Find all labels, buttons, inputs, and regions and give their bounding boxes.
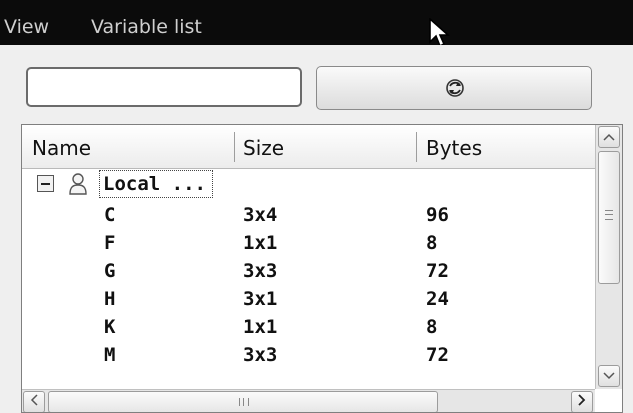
cell-size: 3x4 — [243, 204, 278, 226]
cell-size: 3x3 — [243, 344, 278, 366]
scroll-left-button[interactable] — [23, 391, 45, 412]
horizontal-scroll-thumb[interactable] — [48, 391, 438, 412]
cell-name: C — [104, 204, 116, 226]
table-row[interactable]: H 3x1 24 — [22, 286, 595, 314]
vertical-scrollbar[interactable] — [595, 125, 622, 389]
refresh-icon — [446, 79, 464, 97]
mouse-cursor-icon — [429, 18, 450, 48]
vertical-scroll-thumb[interactable] — [598, 151, 620, 284]
collapse-icon[interactable] — [37, 175, 54, 192]
menu-variable-list[interactable]: Variable list — [91, 16, 202, 38]
cell-size: 3x3 — [243, 260, 278, 282]
chevron-down-icon — [603, 372, 615, 380]
table-row[interactable]: M 3x3 72 — [22, 342, 595, 370]
menu-view[interactable]: View — [4, 16, 49, 38]
cell-bytes: 8 — [426, 316, 438, 338]
column-header-size[interactable]: Size — [243, 136, 284, 160]
cell-name: K — [104, 316, 116, 338]
table-header: Name Size Bytes — [22, 125, 595, 169]
cell-size: 3x1 — [243, 288, 278, 310]
table-row[interactable]: G 3x3 72 — [22, 258, 595, 286]
table-row[interactable]: F 1x1 8 — [22, 230, 595, 258]
refresh-button[interactable] — [316, 66, 592, 110]
cell-bytes: 72 — [426, 260, 449, 282]
cell-size: 1x1 — [243, 232, 278, 254]
search-input[interactable] — [26, 67, 302, 107]
scroll-up-button[interactable] — [598, 126, 620, 148]
menubar: View Variable list — [0, 0, 633, 48]
chevron-left-icon — [30, 394, 38, 406]
horizontal-scrollbar[interactable] — [22, 389, 595, 412]
cell-name: F — [104, 232, 116, 254]
table-row[interactable]: C 3x4 96 — [22, 202, 595, 230]
group-row-local[interactable]: Local ... — [22, 170, 595, 200]
group-label[interactable]: Local ... — [99, 170, 213, 198]
cell-name: G — [104, 260, 116, 282]
cell-name: M — [104, 344, 116, 366]
scroll-right-button[interactable] — [571, 391, 593, 412]
column-header-name[interactable]: Name — [32, 136, 91, 160]
cell-size: 1x1 — [243, 316, 278, 338]
column-divider[interactable] — [234, 132, 235, 162]
scroll-down-button[interactable] — [598, 365, 620, 387]
table-row[interactable]: K 1x1 8 — [22, 314, 595, 342]
variable-table: Name Size Bytes Local ... C 3x4 96 F 1x1… — [21, 124, 623, 413]
chevron-right-icon — [578, 394, 586, 406]
cell-name: H — [104, 288, 116, 310]
cell-bytes: 24 — [426, 288, 449, 310]
chevron-up-icon — [603, 133, 615, 141]
cell-bytes: 72 — [426, 344, 449, 366]
user-icon — [69, 173, 87, 195]
cell-bytes: 96 — [426, 204, 449, 226]
column-header-bytes[interactable]: Bytes — [426, 136, 482, 160]
cell-bytes: 8 — [426, 232, 438, 254]
column-divider[interactable] — [416, 132, 417, 162]
